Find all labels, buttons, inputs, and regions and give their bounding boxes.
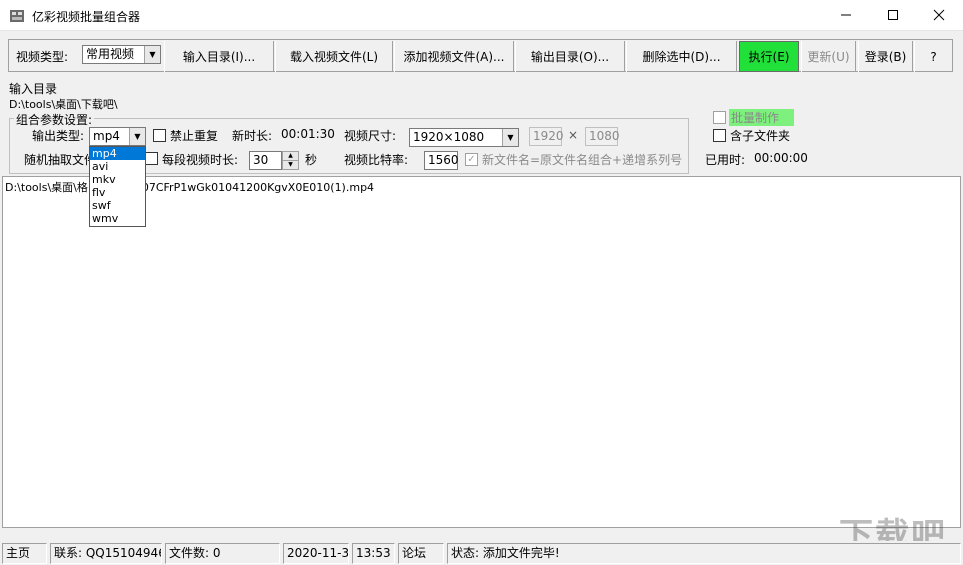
video-type-value: 常用视频	[86, 47, 135, 61]
list-item[interactable]: D:\tools\桌面\格 WIEkdlx07CFrP1wGk01041200Kg…	[5, 179, 374, 195]
bitrate-label: 视频比特率:	[344, 153, 409, 167]
close-button[interactable]	[916, 0, 962, 30]
random-extract-label: 随机抽取文件	[24, 153, 97, 167]
app-icon	[10, 10, 24, 22]
bitrate-input[interactable]: 1560	[424, 151, 459, 170]
segment-duration-input[interactable]: 30	[249, 151, 282, 170]
add-video-button[interactable]: 添加视频文件(A)...	[394, 41, 514, 72]
spin-up-icon[interactable]: ▲	[283, 152, 298, 161]
input-dir-label: 输入目录	[9, 82, 58, 96]
width-field[interactable]: 1920	[529, 127, 564, 146]
elapsed-value: 00:00:00	[754, 151, 808, 165]
login-button[interactable]: 登录(B)	[858, 41, 913, 72]
status-message: 状态: 添加文件完毕!	[447, 543, 961, 564]
batch-checkbox[interactable]	[713, 111, 726, 124]
dropdown-option[interactable]: flv	[90, 186, 145, 199]
dropdown-arrow-icon: ▼	[129, 128, 145, 145]
output-type-value: mp4	[93, 129, 120, 143]
status-bar: 主页 联系: QQ15104946 文件数: 0 2020-11-30 13:5…	[0, 541, 963, 565]
segment-duration-spinner[interactable]: ▲ ▼	[282, 151, 299, 170]
seconds-unit: 秒	[305, 153, 318, 167]
dropdown-arrow-icon: ▼	[144, 46, 160, 63]
output-type-select[interactable]: mp4 ▼	[89, 127, 146, 146]
status-file-count: 文件数: 0	[165, 543, 280, 564]
close-icon	[933, 9, 945, 21]
maximize-icon	[888, 10, 898, 20]
input-dir-button[interactable]: 输入目录(I)...	[164, 41, 274, 72]
elapsed-label: 已用时:	[705, 153, 746, 167]
status-time: 13:53	[352, 543, 395, 564]
new-duration-value: 00:01:30	[281, 127, 335, 141]
help-button[interactable]: ?	[914, 41, 952, 72]
update-button[interactable]: 更新(U)	[801, 41, 856, 72]
load-video-button[interactable]: 载入视频文件(L)	[275, 41, 393, 72]
output-type-label: 输出类型:	[32, 129, 85, 143]
combine-settings-title: 组合参数设置:	[14, 111, 95, 128]
toolbar: 视频类型: 常用视频 ▼ 输入目录(I)... 载入视频文件(L) 添加视频文件…	[8, 39, 953, 72]
dropdown-option[interactable]: mkv	[90, 173, 145, 186]
file-list[interactable]: D:\tools\桌面\格 WIEkdlx07CFrP1wGk01041200Kg…	[2, 176, 961, 528]
title-bar: 亿彩视频批量组合器	[0, 0, 963, 31]
list-item-path-prefix: D:\tools\桌面\格	[5, 181, 88, 194]
new-duration-label: 新时长:	[232, 129, 273, 143]
new-filename-checkbox[interactable]: ✓	[465, 153, 478, 166]
minimize-icon	[841, 14, 851, 16]
video-size-select[interactable]: 1920×1080 ▼	[409, 128, 519, 147]
subfolder-label: 含子文件夹	[730, 129, 791, 143]
new-filename-label: 新文件名=原文件名组合+递增系列号	[482, 153, 683, 167]
times-sign: ×	[568, 128, 579, 142]
subfolder-checkbox[interactable]	[713, 129, 726, 142]
output-dir-button[interactable]: 输出目录(O)...	[515, 41, 625, 72]
no-repeat-label: 禁止重复	[170, 129, 219, 143]
status-home[interactable]: 主页	[2, 543, 47, 564]
execute-button[interactable]: 执行(E)	[739, 41, 799, 72]
dropdown-arrow-icon: ▼	[502, 129, 518, 146]
spin-down-icon[interactable]: ▼	[283, 161, 298, 169]
dropdown-option[interactable]: mp4	[90, 147, 145, 160]
minimize-button[interactable]	[823, 0, 869, 30]
dropdown-option[interactable]: swf	[90, 199, 145, 212]
dropdown-option[interactable]: avi	[90, 160, 145, 173]
no-repeat-checkbox[interactable]	[153, 129, 166, 142]
video-size-value: 1920×1080	[413, 130, 485, 144]
height-field[interactable]: 1080	[585, 127, 620, 146]
output-type-dropdown[interactable]: mp4 avi mkv flv swf wmv	[89, 146, 146, 227]
video-size-label: 视频尺寸:	[344, 129, 397, 143]
segment-duration-label: 每段视频时长:	[162, 153, 239, 167]
status-date: 2020-11-30	[283, 543, 349, 564]
video-type-select[interactable]: 常用视频 ▼	[82, 45, 161, 64]
window-title: 亿彩视频批量组合器	[32, 10, 141, 24]
status-contact: 联系: QQ15104946	[50, 543, 162, 564]
batch-label: 批量制作	[729, 109, 794, 126]
delete-selected-button[interactable]: 删除选中(D)...	[626, 41, 737, 72]
dropdown-option[interactable]: wmv	[90, 212, 145, 225]
maximize-button[interactable]	[870, 0, 916, 30]
video-type-label: 视频类型:	[16, 50, 69, 64]
status-forum[interactable]: 论坛	[398, 543, 444, 564]
input-dir-path: D:\tools\桌面\下载吧\	[9, 98, 118, 111]
random-extract-checkbox[interactable]	[145, 152, 158, 165]
